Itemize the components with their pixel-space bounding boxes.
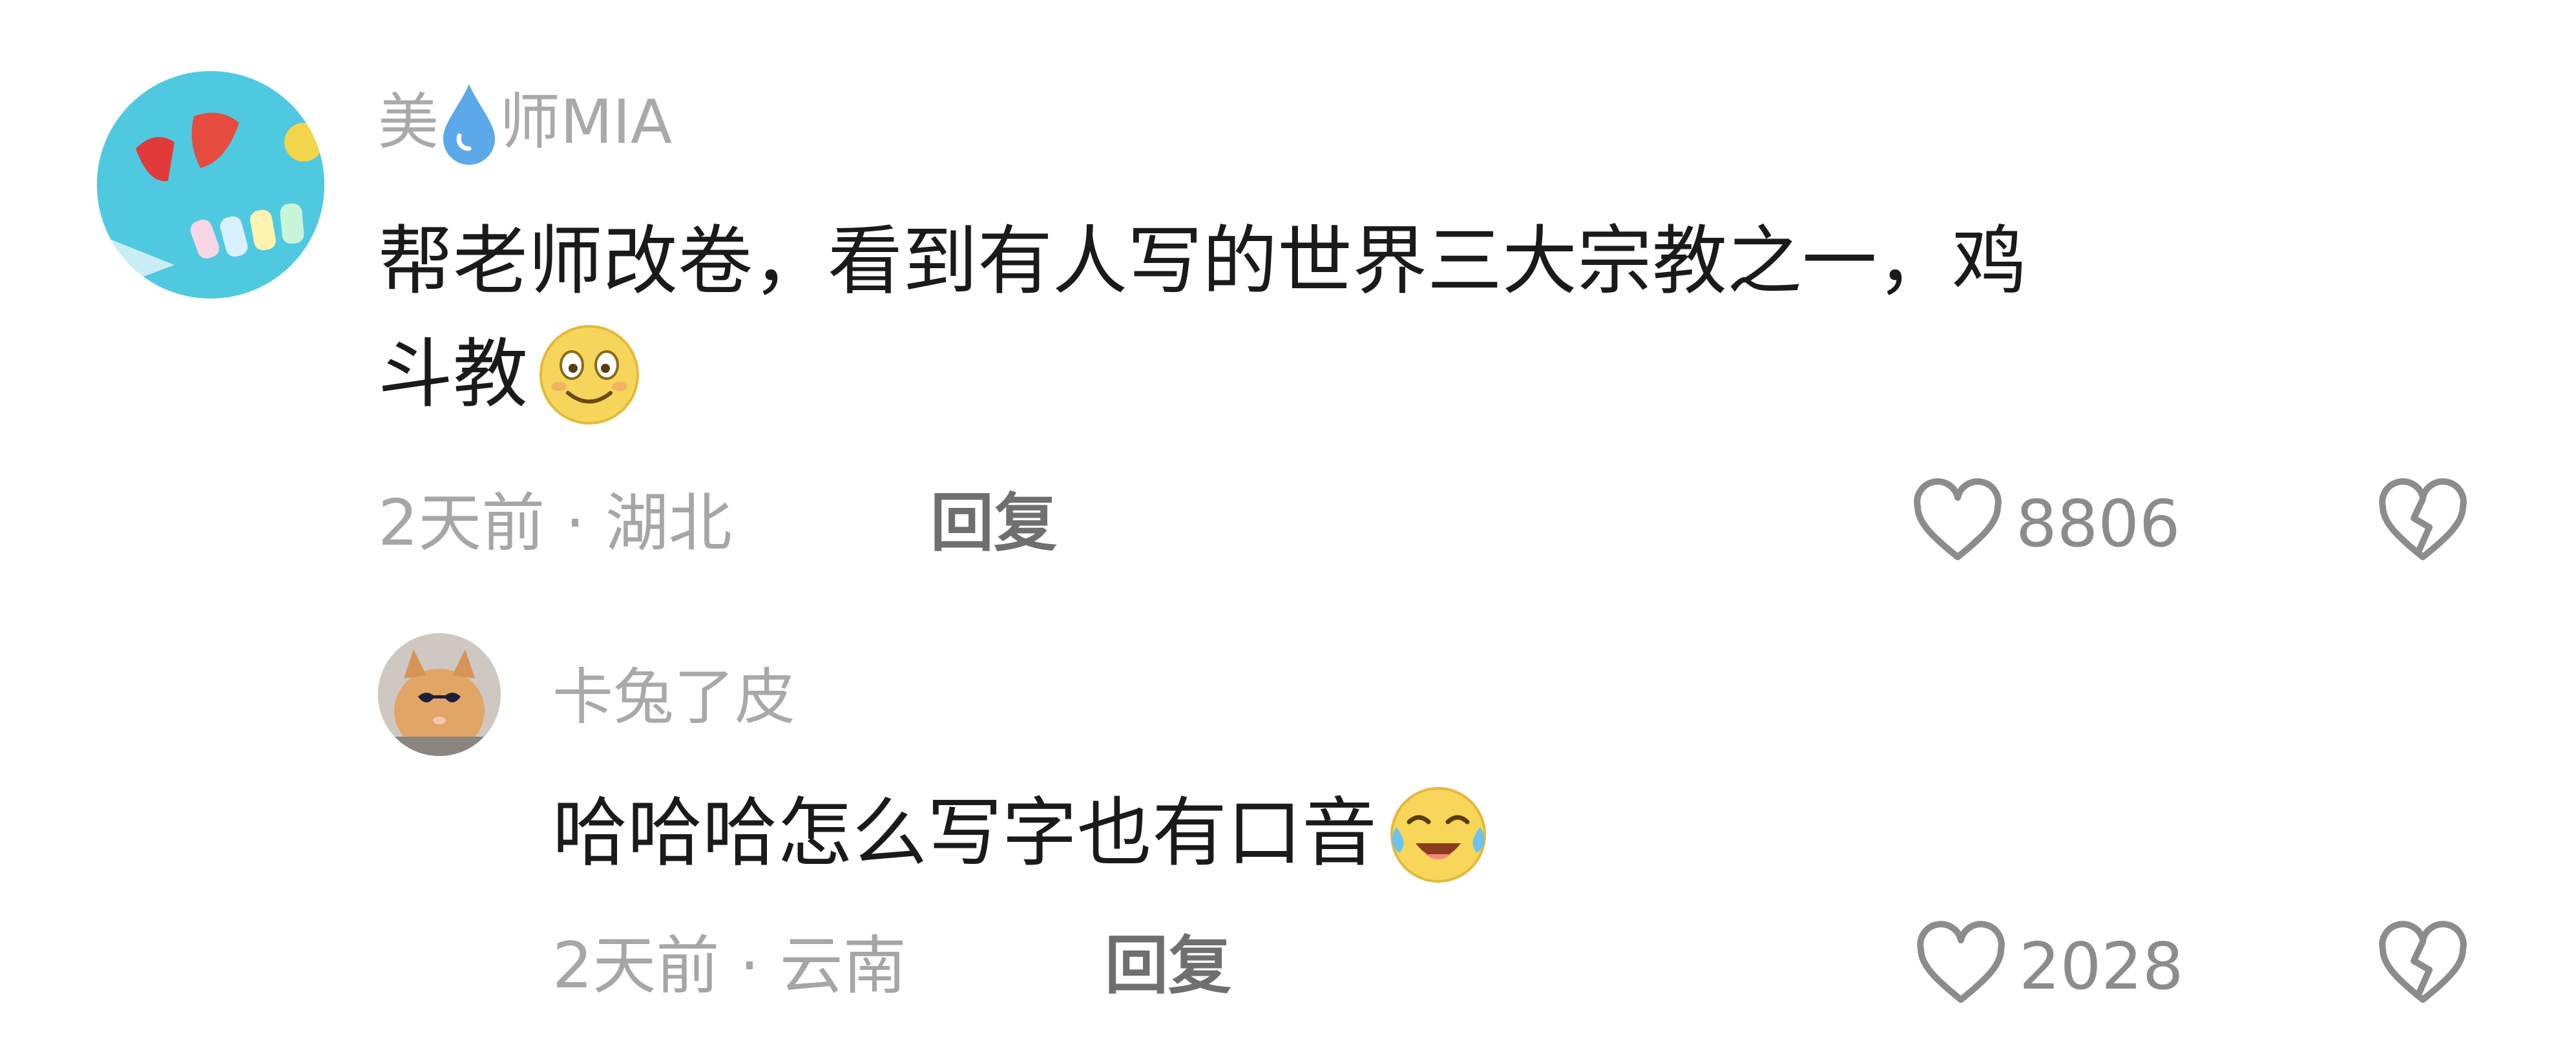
comment-meta: 2天前 · 云南 [552, 929, 906, 1003]
like-button[interactable]: 8806 [1906, 472, 2181, 575]
comment-text: 帮老师改卷，看到有人写的世界三大宗教之一，鸡 [378, 218, 2027, 305]
avatar[interactable] [378, 633, 501, 756]
broken-heart-icon [2379, 478, 2467, 560]
author-name[interactable]: 美 师MIA [378, 78, 672, 168]
cat-sunglasses-avatar [378, 633, 501, 756]
like-count: 2028 [2019, 928, 2184, 1004]
reply-button[interactable]: 回复 [930, 478, 1057, 569]
like-button[interactable]: 2028 [1909, 914, 2184, 1018]
swimsuit-nails-avatar [97, 71, 324, 299]
author-name[interactable]: 卡兔了皮 [552, 653, 795, 743]
dislike-button[interactable] [2371, 472, 2475, 575]
dislike-button[interactable] [2371, 914, 2475, 1018]
comment-meta: 2天前 · 湖北 [378, 487, 732, 560]
comment-text: 斗教 [378, 323, 651, 426]
heart-outline-icon [1906, 472, 2009, 575]
author-name-part: 师MIA [499, 87, 673, 158]
reply-button[interactable]: 回复 [1105, 921, 1231, 1011]
laugh-cry-emoji [1377, 782, 1500, 885]
heart-outline-icon [1909, 914, 2013, 1018]
water-drop-icon [434, 78, 505, 168]
comment-text-line: 斗教 [378, 331, 528, 418]
broken-heart-icon [2379, 921, 2467, 1003]
avatar[interactable] [97, 71, 324, 299]
like-count: 8806 [2016, 485, 2181, 562]
comment-text: 哈哈哈怎么写字也有口音 [552, 782, 1500, 885]
comment-text-line: 哈哈哈怎么写字也有口音 [552, 790, 1377, 877]
smile-emoji [528, 323, 651, 426]
author-name-part: 美 [378, 87, 439, 158]
